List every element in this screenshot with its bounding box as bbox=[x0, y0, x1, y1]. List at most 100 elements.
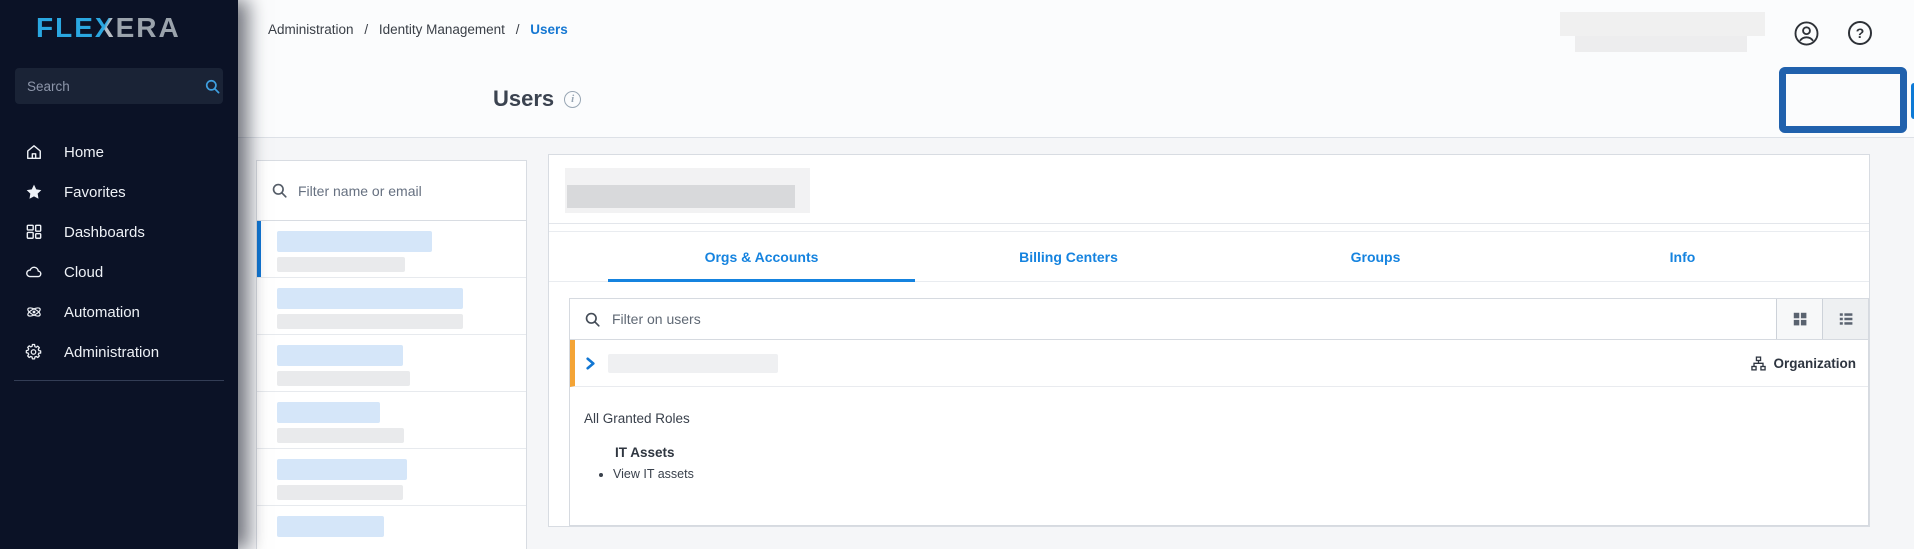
sidebar-menu: Home Favorites Dashboards Cloud Automati… bbox=[0, 132, 238, 372]
sidebar-item-label: Favorites bbox=[64, 183, 126, 201]
redacted-user-email bbox=[277, 428, 404, 443]
tab-groups[interactable]: Groups bbox=[1222, 232, 1529, 281]
redacted-org-name bbox=[608, 353, 778, 373]
sidebar-item-home[interactable]: Home bbox=[0, 132, 238, 172]
redacted-detail-user-name bbox=[567, 185, 795, 208]
help-glyph: ? bbox=[1855, 25, 1865, 41]
breadcrumb-separator: / bbox=[364, 22, 369, 37]
star-icon bbox=[26, 184, 42, 199]
flexera-app-window: FLEXERA Home Favorites bbox=[0, 0, 1914, 549]
detail-tabs: Orgs & Accounts Billing Centers Groups I… bbox=[549, 231, 1869, 282]
user-detail-panel: Orgs & Accounts Billing Centers Groups I… bbox=[548, 154, 1870, 527]
user-detail-header bbox=[549, 155, 1869, 224]
tab-label: Groups bbox=[1350, 248, 1401, 265]
grid-view-icon bbox=[1793, 312, 1806, 326]
redacted-block bbox=[1560, 12, 1765, 36]
sidebar-search bbox=[15, 68, 223, 104]
tab-info[interactable]: Info bbox=[1529, 232, 1836, 281]
sidebar: FLEXERA Home Favorites bbox=[0, 0, 238, 549]
redacted-user-name bbox=[277, 402, 380, 423]
users-list-panel bbox=[256, 160, 527, 549]
search-icon bbox=[585, 312, 600, 327]
cloud-icon bbox=[26, 266, 42, 278]
breadcrumb-administration[interactable]: Administration bbox=[268, 22, 354, 37]
organization-row[interactable]: Organization bbox=[570, 340, 1868, 387]
logo-part-3: ERA bbox=[115, 12, 181, 43]
user-list-item-selected[interactable] bbox=[257, 221, 526, 278]
redacted-user-name bbox=[277, 345, 403, 366]
redacted-user-name bbox=[277, 459, 407, 480]
flexera-logo: FLEXERA bbox=[36, 12, 238, 44]
tab-label: Billing Centers bbox=[1019, 248, 1118, 265]
grid-view-button[interactable] bbox=[1776, 299, 1822, 339]
users-filter-input[interactable] bbox=[298, 182, 512, 199]
topbar-right: ? bbox=[1560, 12, 1872, 54]
sidebar-item-label: Dashboards bbox=[64, 223, 145, 241]
breadcrumb-separator: / bbox=[515, 22, 520, 37]
users-list bbox=[257, 221, 526, 549]
home-icon bbox=[27, 145, 41, 160]
organization-type-label: Organization bbox=[1773, 355, 1856, 371]
breadcrumb-identity-management[interactable]: Identity Management bbox=[379, 22, 505, 37]
redacted-user-email bbox=[277, 257, 405, 272]
role-list: View IT assets bbox=[596, 467, 1852, 481]
redacted-user-email bbox=[277, 314, 463, 329]
page-title: Users i bbox=[493, 86, 582, 112]
search-icon bbox=[205, 79, 220, 93]
orgs-accounts-container: Organization All Granted Roles IT Assets… bbox=[569, 298, 1869, 526]
sidebar-item-administration[interactable]: Administration bbox=[0, 332, 238, 372]
orgs-filter-input[interactable] bbox=[612, 311, 1762, 327]
automation-atom-icon bbox=[27, 307, 41, 317]
redacted-block bbox=[1575, 36, 1747, 52]
sidebar-item-label: Home bbox=[64, 143, 105, 161]
organization-type-badge: Organization bbox=[1751, 356, 1856, 371]
tab-label: Info bbox=[1669, 248, 1696, 265]
sidebar-item-cloud[interactable]: Cloud bbox=[0, 252, 238, 292]
sidebar-item-favorites[interactable]: Favorites bbox=[0, 172, 238, 212]
sidebar-item-label: Automation bbox=[64, 303, 140, 321]
tab-billing-centers[interactable]: Billing Centers bbox=[915, 232, 1222, 281]
redacted-user-name bbox=[277, 288, 463, 309]
sidebar-item-dashboards[interactable]: Dashboards bbox=[0, 212, 238, 252]
sidebar-item-label: Administration bbox=[64, 343, 160, 361]
role-list-item: View IT assets bbox=[613, 467, 1852, 481]
user-account-icon[interactable] bbox=[1793, 20, 1820, 47]
redacted-user-name bbox=[277, 231, 432, 252]
orgs-filter bbox=[570, 299, 1776, 339]
logo-part-1: FLE bbox=[36, 12, 95, 43]
tab-orgs-accounts[interactable]: Orgs & Accounts bbox=[608, 232, 915, 282]
dashboards-grid-icon bbox=[26, 224, 42, 239]
redacted-user-email bbox=[277, 371, 410, 386]
gear-icon bbox=[25, 343, 42, 360]
user-list-item[interactable] bbox=[257, 278, 526, 335]
help-icon[interactable]: ? bbox=[1848, 21, 1872, 45]
redacted-account-name bbox=[1560, 12, 1765, 54]
users-filter bbox=[257, 161, 526, 221]
sidebar-item-label: Cloud bbox=[64, 263, 104, 281]
breadcrumb-users-current[interactable]: Users bbox=[530, 22, 568, 37]
search-icon bbox=[272, 183, 287, 198]
user-list-item[interactable] bbox=[257, 506, 526, 549]
orgs-filter-row bbox=[570, 299, 1868, 340]
list-view-button[interactable] bbox=[1822, 299, 1868, 339]
info-icon[interactable]: i bbox=[564, 90, 582, 108]
user-list-item[interactable] bbox=[257, 335, 526, 392]
redacted-user-email bbox=[277, 485, 403, 500]
logo-part-2: X bbox=[94, 12, 116, 43]
list-view-icon bbox=[1839, 313, 1852, 325]
sidebar-divider bbox=[14, 380, 224, 381]
page-header-band: Administration / Identity Management / U… bbox=[238, 0, 1914, 138]
breadcrumb: Administration / Identity Management / U… bbox=[268, 22, 568, 37]
expand-chevron-icon[interactable] bbox=[585, 356, 596, 370]
granted-roles-heading: All Granted Roles bbox=[584, 411, 690, 426]
role-group-title: IT Assets bbox=[615, 445, 675, 460]
user-list-item[interactable] bbox=[257, 449, 526, 506]
sidebar-item-automation[interactable]: Automation bbox=[0, 292, 238, 332]
org-hierarchy-icon bbox=[1751, 355, 1767, 371]
granted-roles-section: All Granted Roles IT Assets View IT asse… bbox=[570, 387, 1868, 525]
tab-label: Orgs & Accounts bbox=[704, 248, 819, 265]
user-list-item[interactable] bbox=[257, 392, 526, 449]
page-title-text: Users bbox=[493, 86, 555, 111]
sidebar-search-input[interactable] bbox=[27, 78, 204, 94]
redacted-user-name bbox=[277, 516, 384, 537]
